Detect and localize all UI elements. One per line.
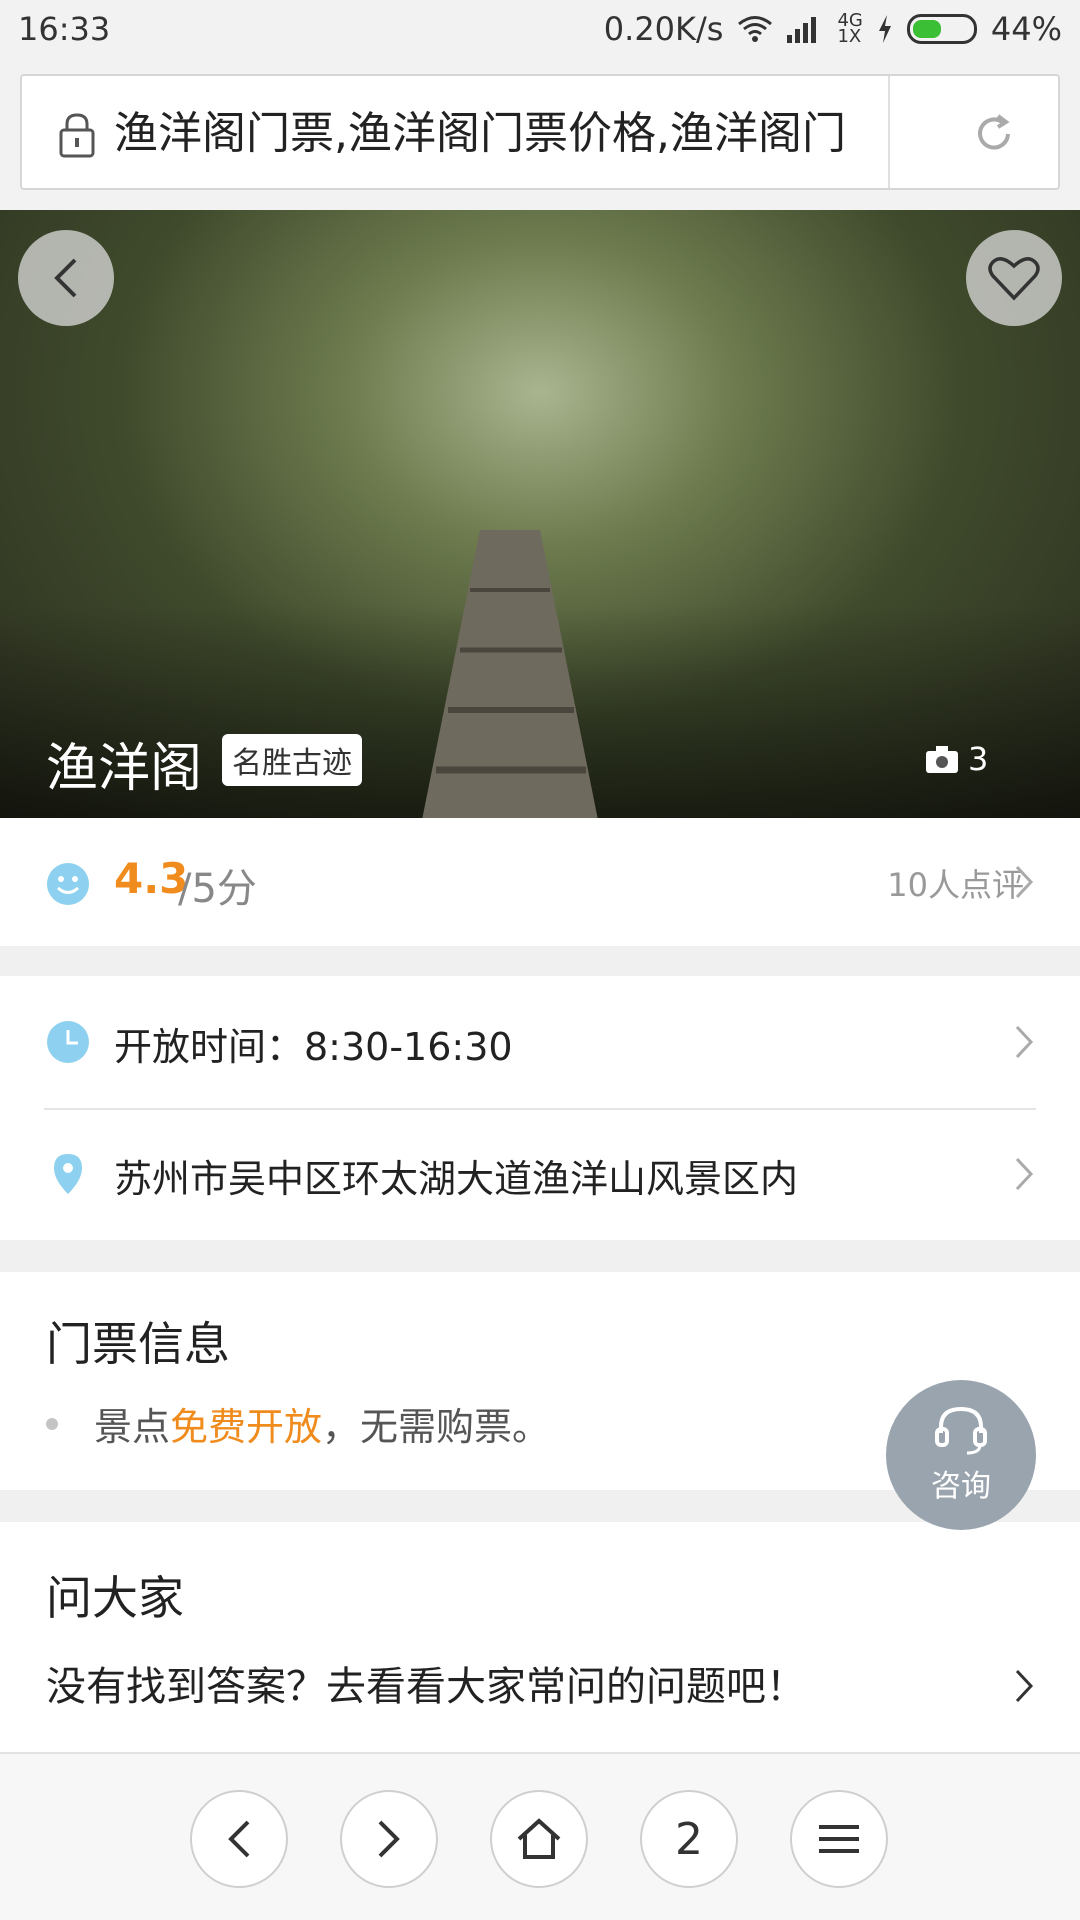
address-bar[interactable]: 渔洋阁门票,渔洋阁门票价格,渔洋阁门: [20, 74, 1060, 190]
battery-icon: [906, 14, 977, 44]
ticket-info-title: 门票信息: [46, 1317, 230, 1371]
signal-icon: [787, 17, 817, 43]
category-badge: 名胜古迹: [222, 734, 362, 786]
status-bar: 16:33 0.20K/s 4G 1X 44%: [0, 0, 1080, 60]
wifi-icon: [738, 16, 773, 42]
ticket-suffix: ，无需购票。: [322, 1405, 551, 1449]
ask-section: 问大家 没有找到答案？去看看大家常问的问题吧！: [0, 1522, 1080, 1752]
tabs-button[interactable]: 2: [640, 1790, 738, 1888]
rating-row[interactable]: 4.3 /5分 10人点评: [0, 818, 1080, 946]
chevron-right-icon: [1015, 865, 1034, 899]
address-row[interactable]: 苏州市吴中区环太湖大道渔洋山风景区内: [0, 1108, 1080, 1240]
trail-illustration: [422, 530, 598, 818]
ask-title: 问大家: [46, 1571, 184, 1625]
hero-image: 渔洋阁 名胜古迹 3: [0, 210, 1080, 818]
reload-icon[interactable]: [972, 112, 1016, 156]
url-text[interactable]: 渔洋阁门票,渔洋阁门票价格,渔洋阁门: [114, 102, 894, 166]
menu-button[interactable]: [790, 1790, 888, 1888]
favorite-button[interactable]: [966, 230, 1062, 326]
sim-label: 1X: [837, 26, 862, 47]
ticket-info-line: 景点 免费开放 ，无需购票。: [46, 1396, 550, 1451]
charging-icon: [878, 15, 891, 43]
menu-icon: [819, 1825, 859, 1853]
ticket-prefix: 景点: [94, 1405, 171, 1449]
photo-count-button[interactable]: 3: [926, 740, 988, 778]
ticket-highlight: 免费开放: [170, 1405, 323, 1449]
ask-prompt-link[interactable]: 没有找到答案？去看看大家常问的问题吧！: [46, 1654, 806, 1712]
home-icon: [517, 1818, 561, 1859]
lock-icon: [59, 113, 95, 158]
location-pin-icon: [54, 1154, 82, 1194]
attraction-name: 渔洋阁: [46, 739, 203, 799]
chevron-left-icon: [228, 1820, 250, 1858]
address-bar-area: 渔洋阁门票,渔洋阁门票价格,渔洋阁门: [0, 60, 1080, 210]
camera-icon: [926, 746, 958, 773]
tabs-count: 2: [675, 1813, 703, 1865]
browser-back-button[interactable]: [190, 1790, 288, 1888]
browser-forward-button[interactable]: [340, 1790, 438, 1888]
clock-icon: [47, 1021, 89, 1063]
heart-icon: [988, 257, 1040, 301]
network-type: 4G 1X: [837, 12, 862, 47]
consult-button[interactable]: 咨询: [886, 1380, 1036, 1530]
browser-toolbar: 2: [0, 1752, 1080, 1920]
smile-icon: [47, 863, 89, 905]
status-indicators: 0.20K/s 4G 1X 44%: [604, 10, 1062, 48]
opening-hours: 开放时间：8:30-16:30: [114, 1025, 513, 1069]
status-time: 16:33: [18, 10, 111, 48]
bullet: [46, 1417, 58, 1430]
headset-icon: [935, 1406, 987, 1455]
info-block: 开放时间：8:30-16:30 苏州市吴中区环太湖大道渔洋山风景区内: [0, 976, 1080, 1240]
consult-label: 咨询: [931, 1469, 991, 1504]
battery-percent: 44%: [990, 10, 1062, 48]
chevron-right-icon: [378, 1820, 400, 1858]
photo-count: 3: [968, 740, 989, 778]
back-button[interactable]: [18, 230, 114, 326]
address: 苏州市吴中区环太湖大道渔洋山风景区内: [114, 1157, 799, 1201]
review-count[interactable]: 10人点评: [887, 860, 1024, 906]
home-button[interactable]: [490, 1790, 588, 1888]
url-divider: [888, 76, 890, 188]
chevron-right-icon: [1015, 1157, 1034, 1191]
hours-row[interactable]: 开放时间：8:30-16:30: [0, 976, 1080, 1108]
network-speed: 0.20K/s: [603, 10, 724, 48]
chevron-left-icon: [54, 258, 77, 298]
chevron-right-icon: [1015, 1025, 1034, 1059]
chevron-right-icon: [1015, 1669, 1034, 1703]
rating-max: /5分: [178, 866, 257, 912]
